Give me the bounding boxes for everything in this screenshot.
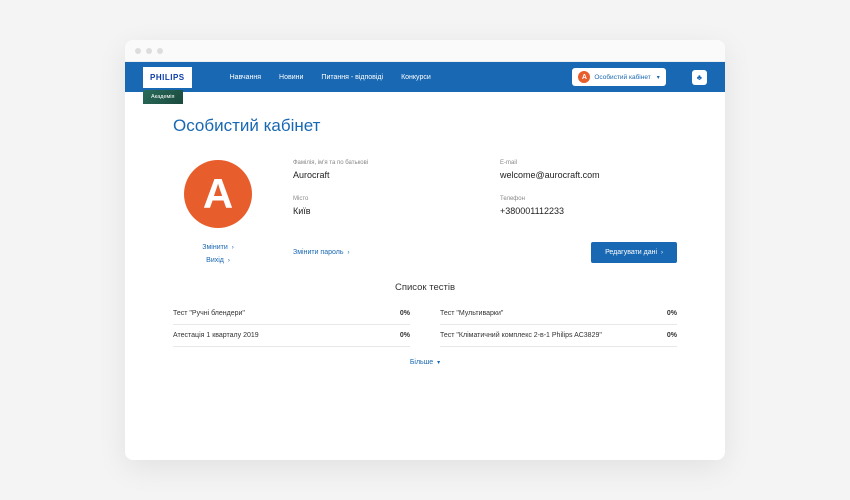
tests-title: Список тестів bbox=[173, 282, 677, 293]
bell-icon: ♣ bbox=[697, 73, 702, 82]
logout-link[interactable]: Вихід › bbox=[206, 257, 230, 264]
test-name: Тест "Ручні блендери" bbox=[173, 310, 245, 317]
cabinet-dropdown[interactable]: А Особистий кабінет ▾ bbox=[572, 68, 665, 86]
test-row[interactable]: Тест "Ручні блендери" 0% bbox=[173, 303, 410, 325]
profile-actions: Змінити пароль › Редагувати дані › bbox=[293, 241, 677, 264]
window-dot bbox=[146, 48, 152, 54]
field-phone: Телефон +380001112233 bbox=[500, 196, 677, 218]
nav-training[interactable]: Навчання bbox=[230, 74, 261, 81]
field-name: Фамілія, ім'я та по батькові Aurocraft bbox=[293, 160, 470, 182]
field-label: E-mail bbox=[500, 160, 677, 166]
main-nav: Навчання Новини Питання - відповіді Конк… bbox=[230, 74, 431, 81]
test-row[interactable]: Тест "Кліматичний комплекс 2-в-1 Philips… bbox=[440, 325, 677, 347]
avatar: А bbox=[184, 160, 252, 228]
edit-profile-button[interactable]: Редагувати дані › bbox=[591, 242, 677, 263]
titlebar bbox=[125, 40, 725, 62]
test-score: 0% bbox=[400, 332, 410, 339]
avatar-small-icon: А bbox=[578, 71, 590, 83]
brand-logo[interactable]: PHILIPS bbox=[143, 67, 192, 88]
test-name: Атестація 1 кварталу 2019 bbox=[173, 332, 259, 339]
field-label: Телефон bbox=[500, 196, 677, 202]
cabinet-label: Особистий кабінет bbox=[594, 74, 650, 81]
test-score: 0% bbox=[667, 310, 677, 317]
field-city: Місто Київ bbox=[293, 196, 470, 218]
nav-faq[interactable]: Питання - відповіді bbox=[321, 74, 383, 81]
profile-fields: Фамілія, ім'я та по батькові Aurocraft E… bbox=[293, 160, 677, 264]
test-name: Тест "Мультиварки" bbox=[440, 310, 503, 317]
test-score: 0% bbox=[667, 332, 677, 339]
field-value: Aurocraft bbox=[293, 170, 470, 180]
field-value: Київ bbox=[293, 206, 470, 216]
profile-sidebar: А Змінити › Вихід › bbox=[173, 160, 263, 264]
field-value: welcome@aurocraft.com bbox=[500, 170, 677, 180]
chevron-down-icon: ▾ bbox=[657, 74, 660, 81]
test-score: 0% bbox=[400, 310, 410, 317]
test-name: Тест "Кліматичний комплекс 2-в-1 Philips… bbox=[440, 332, 602, 339]
page-title: Особистий кабінет bbox=[173, 116, 677, 136]
window-dot bbox=[135, 48, 141, 54]
nav-news[interactable]: Новини bbox=[279, 74, 303, 81]
more-tests-link[interactable]: Більше ▾ bbox=[173, 359, 677, 366]
test-row[interactable]: Тест "Мультиварки" 0% bbox=[440, 303, 677, 325]
nav-contests[interactable]: Конкурси bbox=[401, 74, 431, 81]
header-bar: PHILIPS Академія Навчання Новини Питання… bbox=[125, 62, 725, 92]
browser-frame: PHILIPS Академія Навчання Новини Питання… bbox=[125, 40, 725, 460]
tests-grid: Тест "Ручні блендери" 0% Тест "Мультивар… bbox=[173, 303, 677, 347]
change-avatar-link[interactable]: Змінити › bbox=[202, 244, 233, 251]
field-label: Місто bbox=[293, 196, 470, 202]
brand-sub-label: Академія bbox=[143, 90, 183, 104]
change-password-link[interactable]: Змінити пароль › bbox=[293, 249, 349, 256]
field-label: Фамілія, ім'я та по батькові bbox=[293, 160, 470, 166]
test-row[interactable]: Атестація 1 кварталу 2019 0% bbox=[173, 325, 410, 347]
notifications-button[interactable]: ♣ bbox=[692, 70, 707, 85]
content-area: Особистий кабінет А Змінити › Вихід › Фа… bbox=[125, 92, 725, 460]
field-email: E-mail welcome@aurocraft.com bbox=[500, 160, 677, 182]
profile-section: А Змінити › Вихід › Фамілія, ім'я та по … bbox=[173, 160, 677, 264]
window-dot bbox=[157, 48, 163, 54]
field-value: +380001112233 bbox=[500, 206, 677, 216]
